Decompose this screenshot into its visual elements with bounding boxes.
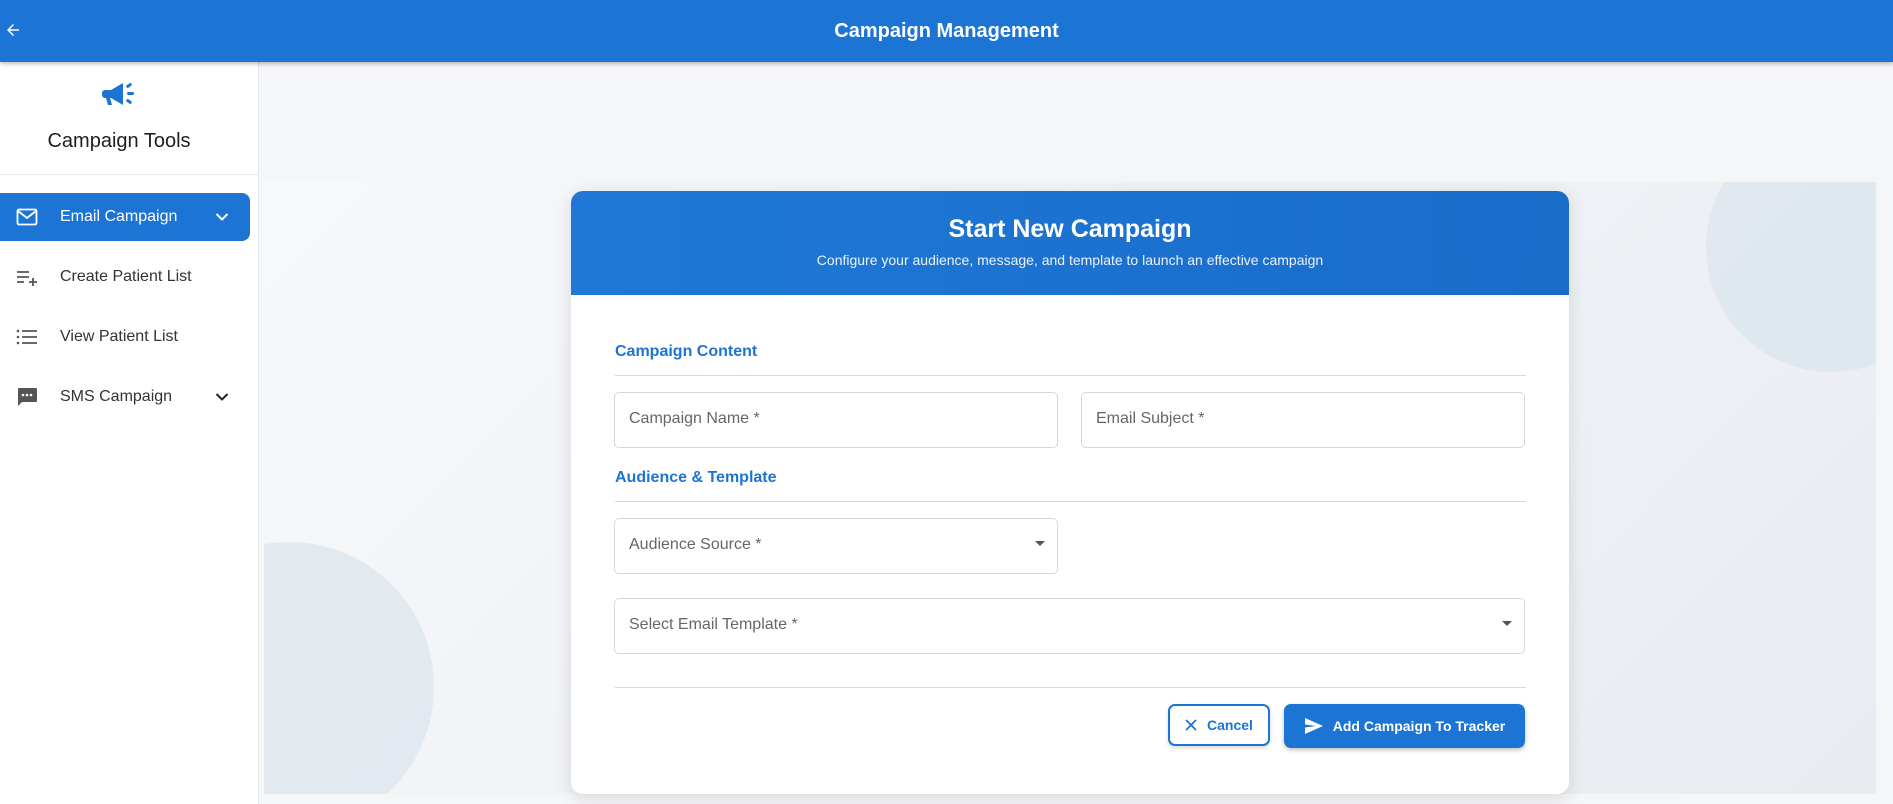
sidebar: Campaign Tools Email Campaign Create Pat… bbox=[0, 62, 259, 804]
decor-circle bbox=[264, 542, 434, 794]
chevron-down-icon bbox=[210, 205, 234, 229]
add-campaign-button[interactable]: Add Campaign To Tracker bbox=[1284, 704, 1525, 748]
section-title-campaign-content: Campaign Content bbox=[615, 343, 758, 360]
list-icon bbox=[14, 325, 40, 349]
app-bar: Campaign Management bbox=[0, 0, 1893, 62]
sidebar-item-sms-campaign[interactable]: SMS Campaign bbox=[0, 373, 250, 421]
campaign-name-placeholder: Campaign Name * bbox=[629, 410, 760, 427]
add-campaign-button-label: Add Campaign To Tracker bbox=[1332, 718, 1506, 734]
new-campaign-card: Start New Campaign Configure your audien… bbox=[571, 191, 1569, 794]
audience-source-select[interactable]: Audience Source * bbox=[614, 518, 1058, 574]
email-template-select[interactable]: Select Email Template * bbox=[614, 598, 1525, 654]
card-title: Start New Campaign bbox=[948, 215, 1192, 243]
sms-icon bbox=[14, 385, 40, 409]
megaphone-icon bbox=[0, 80, 238, 115]
section-title-audience-template: Audience & Template bbox=[615, 469, 777, 486]
chevron-down-icon bbox=[210, 385, 234, 409]
card-subtitle: Configure your audience, message, and te… bbox=[816, 252, 1324, 268]
sidebar-item-label: Email Campaign bbox=[60, 208, 178, 225]
email-subject-field[interactable]: Email Subject * bbox=[1081, 392, 1525, 448]
cancel-button[interactable]: Cancel bbox=[1168, 704, 1270, 746]
actions-divider bbox=[615, 687, 1526, 688]
cancel-button-label: Cancel bbox=[1207, 717, 1253, 733]
email-subject-placeholder: Email Subject * bbox=[1096, 410, 1205, 427]
card-header: Start New Campaign Configure your audien… bbox=[571, 191, 1569, 295]
content-header-area bbox=[260, 62, 1893, 182]
sidebar-title: Campaign Tools bbox=[47, 130, 191, 152]
sidebar-item-label: SMS Campaign bbox=[60, 388, 173, 405]
playlist-add-icon bbox=[14, 265, 40, 289]
close-icon bbox=[1185, 719, 1197, 731]
sidebar-item-create-patient-list[interactable]: Create Patient List bbox=[0, 253, 250, 301]
sidebar-item-label: View Patient List bbox=[60, 328, 178, 345]
sidebar-item-view-patient-list[interactable]: View Patient List bbox=[0, 313, 250, 361]
audience-source-placeholder: Audience Source * bbox=[629, 536, 762, 553]
decor-circle bbox=[1706, 182, 1876, 372]
section-divider bbox=[615, 375, 1526, 376]
dropdown-arrow-icon bbox=[1502, 621, 1512, 626]
send-icon bbox=[1304, 718, 1323, 734]
app-title: Campaign Management bbox=[834, 20, 1059, 42]
sidebar-item-email-campaign[interactable]: Email Campaign bbox=[0, 193, 250, 241]
dropdown-arrow-icon bbox=[1035, 541, 1045, 546]
sidebar-divider bbox=[0, 174, 258, 175]
email-template-placeholder: Select Email Template * bbox=[629, 616, 798, 633]
mail-icon bbox=[14, 205, 40, 229]
section-divider bbox=[615, 501, 1526, 502]
campaign-name-field[interactable]: Campaign Name * bbox=[614, 392, 1058, 448]
sidebar-item-label: Create Patient List bbox=[60, 268, 192, 285]
